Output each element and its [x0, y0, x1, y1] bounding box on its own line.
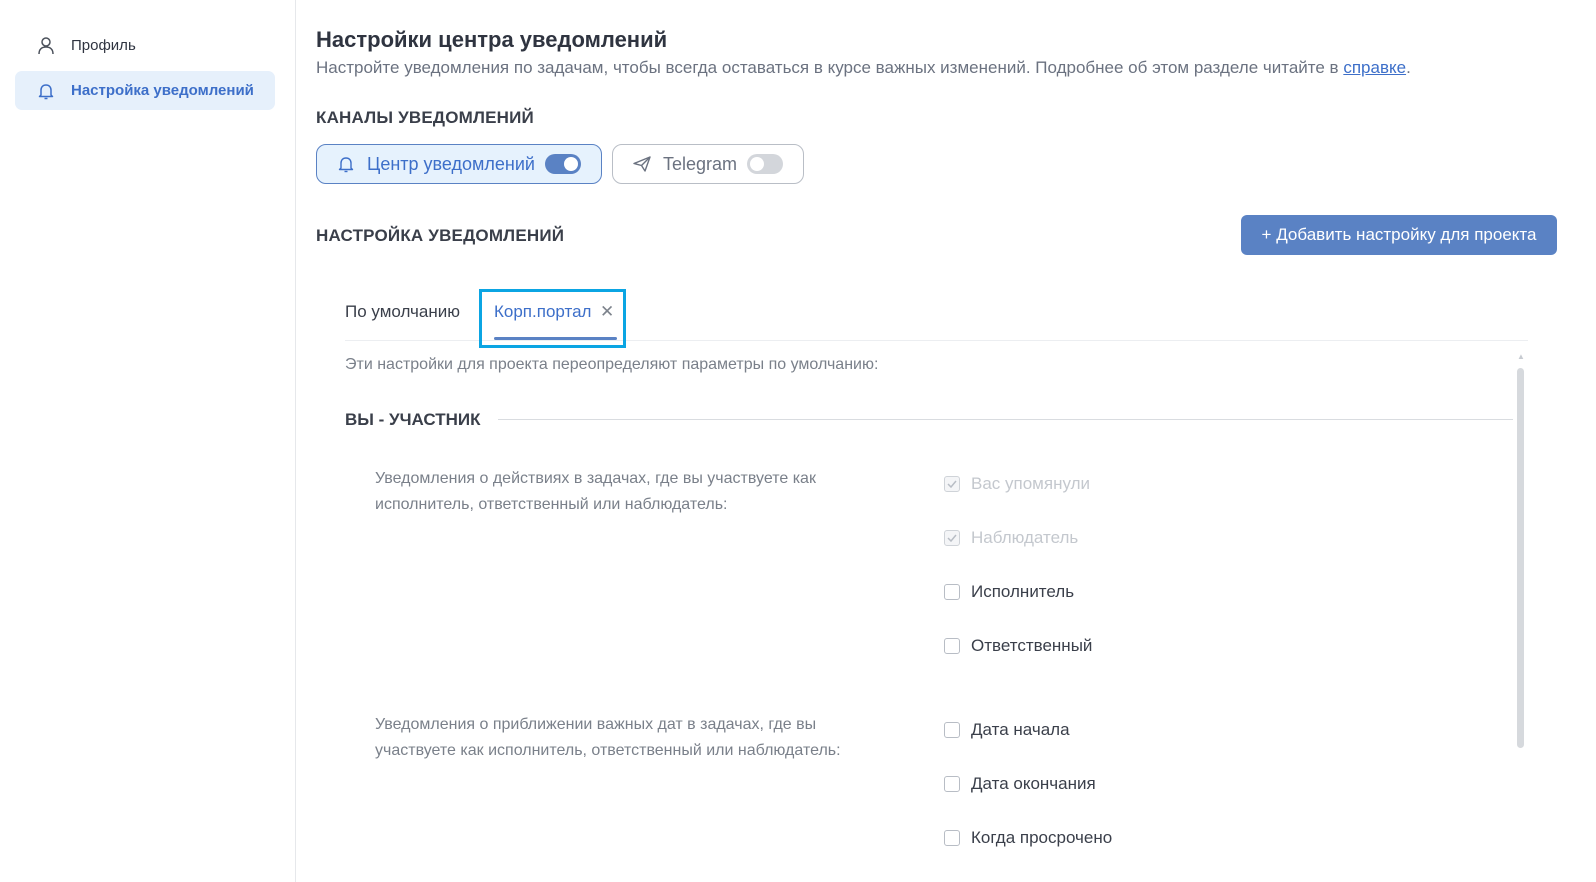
- active-tab-indicator: [494, 337, 617, 340]
- group-title: ВЫ - УЧАСТНИК: [345, 410, 481, 429]
- settings-heading: НАСТРОЙКА УВЕДОМЛЕНИЙ: [316, 226, 565, 245]
- checkbox-responsible[interactable]: Ответственный: [944, 636, 1092, 656]
- channel-label: Telegram: [663, 153, 738, 174]
- checkbox-label: Когда просрочено: [971, 828, 1113, 847]
- checkbox-box: [944, 722, 960, 738]
- checkbox-label: Дата окончания: [971, 774, 1096, 793]
- scroll-up-icon[interactable]: ▲: [1517, 353, 1525, 361]
- checkbox-end-date[interactable]: Дата окончания: [944, 774, 1096, 794]
- channel-label: Центр уведомлений: [367, 153, 535, 174]
- checkbox-box: [944, 776, 960, 792]
- add-project-setting-button[interactable]: + Добавить настройку для проекта: [1241, 215, 1557, 255]
- checkbox-label: Исполнитель: [971, 582, 1075, 601]
- bell-icon: [335, 153, 357, 175]
- sidebar-item-label: Настройка уведомлений: [71, 82, 254, 99]
- toggle-knob: [750, 157, 765, 171]
- help-link[interactable]: справке: [1343, 58, 1406, 77]
- bell-icon: [35, 80, 57, 102]
- paper-plane-icon: [631, 153, 653, 175]
- sidebar: Профиль Настройка уведомлений: [0, 0, 296, 882]
- checkbox-box: [944, 638, 960, 654]
- checkbox-overdue[interactable]: Когда просрочено: [944, 828, 1112, 848]
- sidebar-item-label: Профиль: [71, 37, 136, 54]
- group-description-actions: Уведомления о действиях в задачах, где в…: [375, 470, 816, 513]
- checkbox-label: Дата начала: [971, 720, 1070, 739]
- channels-heading: КАНАЛЫ УВЕДОМЛЕНИЙ: [316, 108, 534, 127]
- main-content: Настройки центра уведомлений Настройте у…: [316, 0, 1596, 882]
- tabs-divider: [345, 340, 1528, 341]
- sidebar-item-notification-settings[interactable]: Настройка уведомлений: [15, 71, 275, 110]
- checkbox-box: [944, 584, 960, 600]
- channel-toggle-notification-center[interactable]: [544, 154, 581, 174]
- checkbox-observer[interactable]: Наблюдатель: [944, 528, 1078, 548]
- user-icon: [35, 35, 57, 57]
- group-divider: [498, 419, 1513, 420]
- subtitle-text: Настройте уведомления по задачам, чтобы …: [316, 58, 1344, 77]
- scrollbar-thumb[interactable]: [1517, 368, 1524, 748]
- checkbox-box: [944, 530, 960, 546]
- close-icon[interactable]: ✕: [600, 302, 614, 322]
- override-note: Эти настройки для проекта переопределяют…: [345, 356, 879, 373]
- checkbox-box: [944, 830, 960, 846]
- checkbox-box: [944, 476, 960, 492]
- subtitle-end: .: [1406, 58, 1411, 77]
- checkbox-label: Вас упомянули: [971, 474, 1090, 493]
- checkbox-start-date[interactable]: Дата начала: [944, 720, 1070, 740]
- page-title: Настройки центра уведомлений: [316, 27, 668, 52]
- tab-default[interactable]: По умолчанию: [345, 302, 460, 322]
- checkbox-executor[interactable]: Исполнитель: [944, 582, 1074, 602]
- tab-corp-portal[interactable]: Корп.портал: [494, 302, 591, 322]
- channel-toggle-telegram[interactable]: [747, 154, 784, 174]
- channel-notification-center[interactable]: Центр уведомлений: [316, 144, 602, 184]
- group-description-dates: Уведомления о приближении важных дат в з…: [375, 716, 841, 759]
- checkbox-label: Ответственный: [971, 636, 1093, 655]
- page-subtitle: Настройте уведомления по задачам, чтобы …: [316, 58, 1411, 78]
- channel-telegram[interactable]: Telegram: [612, 144, 804, 184]
- checkbox-mentioned[interactable]: Вас упомянули: [944, 474, 1090, 494]
- sidebar-item-profile[interactable]: Профиль: [15, 26, 275, 65]
- toggle-knob: [563, 157, 578, 171]
- checkbox-label: Наблюдатель: [971, 528, 1079, 547]
